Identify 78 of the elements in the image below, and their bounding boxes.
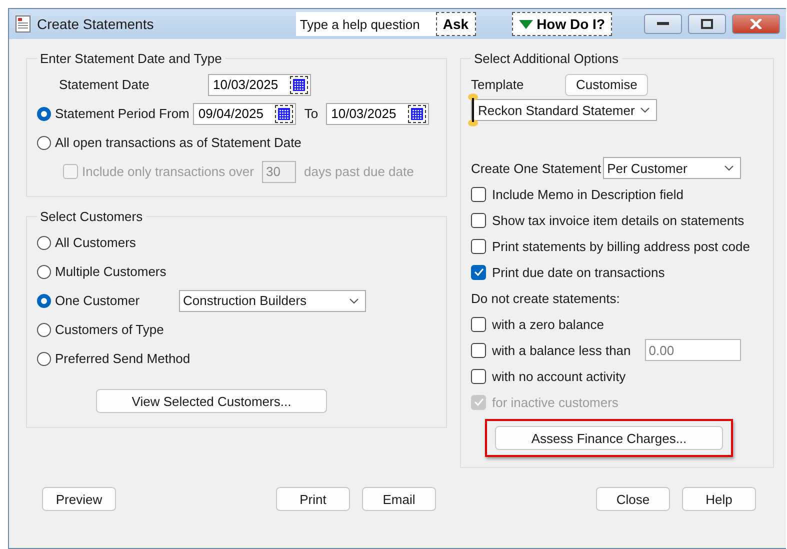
date-field[interactable]: 09/04/2025 [193, 102, 296, 124]
window-title: Create Statements [37, 16, 155, 32]
document-icon [15, 15, 31, 33]
footer-button[interactable]: Close [596, 487, 670, 511]
checkbox[interactable] [471, 264, 486, 280]
create-one-label: Create One Statement [471, 160, 602, 176]
to-label: To [304, 106, 318, 121]
customer-dropdown[interactable]: Construction Builders [179, 290, 366, 312]
radio-button[interactable] [37, 294, 51, 308]
statement-date-label: Statement Date [58, 77, 150, 92]
radio-button[interactable] [37, 106, 51, 120]
date-input[interactable]: 10/03/2025 [331, 106, 406, 121]
close-button[interactable] [732, 14, 780, 34]
minimize-icon [657, 22, 669, 26]
template-dropdown[interactable]: Reckon Standard Statemer [471, 99, 657, 121]
date-input[interactable]: 10/03/2025 [213, 77, 287, 92]
checkbox-label: with a zero balance [492, 316, 604, 332]
group-title: Select Customers [39, 209, 144, 224]
help-search-field[interactable]: Type a help question [296, 12, 436, 36]
chevron-down-icon [640, 107, 650, 113]
radio-label: All Customers [55, 235, 136, 250]
footer-button[interactable]: Preview [42, 487, 116, 511]
calendar-icon[interactable] [408, 104, 426, 122]
chevron-down-icon [724, 165, 734, 171]
radio-label: Multiple Customers [55, 264, 166, 279]
radio-button[interactable] [37, 264, 51, 278]
statement-grouping-dropdown[interactable]: Per Customer [603, 157, 742, 179]
footer-button[interactable]: Help [682, 487, 756, 511]
checkbox[interactable] [471, 212, 486, 228]
checkbox[interactable] [471, 342, 486, 358]
radio-button[interactable] [37, 136, 51, 150]
radio-label: Preferred Send Method [55, 351, 190, 366]
checkbox[interactable] [471, 368, 486, 384]
days-suffix: days past due date [304, 164, 414, 179]
triangle-down-icon [518, 20, 533, 28]
balance-field[interactable]: 0.00 [644, 339, 741, 361]
radio-label: All open transactions as of Statement Date [55, 135, 302, 150]
close-icon [750, 19, 762, 29]
radio-button[interactable] [37, 352, 51, 366]
checkmark-icon [474, 398, 484, 406]
checkbox-label: for inactive customers [492, 394, 618, 410]
checkbox-label: with a balance less than [492, 342, 631, 358]
how-do-i-button[interactable]: How Do I? [512, 12, 612, 36]
checkmark-icon [474, 268, 484, 276]
maximize-button[interactable] [688, 14, 726, 34]
checkbox-label: Show tax invoice item details on statements [492, 212, 744, 228]
checkbox[interactable] [471, 186, 486, 202]
template-label: Template [471, 77, 525, 92]
footer-button[interactable]: Email [362, 487, 436, 511]
assess-finance-charges-button[interactable]: Assess Finance Charges... [495, 426, 723, 450]
date-input[interactable]: 09/04/2025 [198, 106, 272, 121]
checkbox[interactable] [471, 238, 486, 254]
radio-label: Customers of Type [55, 322, 164, 337]
checkbox[interactable] [471, 316, 486, 332]
date-field[interactable]: 10/03/2025 [208, 74, 311, 96]
radio-label: Statement Period From [55, 106, 190, 121]
ask-button[interactable]: Ask [436, 12, 476, 36]
checkbox-label: Include Memo in Description field [492, 186, 684, 202]
radio-button[interactable] [37, 322, 51, 336]
calendar-icon[interactable] [290, 76, 308, 94]
section-label: Do not create statements: [471, 290, 620, 306]
footer-button[interactable]: Print [276, 487, 350, 511]
maximize-icon [701, 19, 713, 29]
checkbox-label: Include only transactions over [82, 164, 254, 179]
checkbox-label: Print due date on transactions [492, 264, 665, 280]
view-customers-button[interactable]: View Selected Customers... [96, 389, 327, 413]
minimize-button[interactable] [644, 14, 682, 34]
chevron-down-icon [349, 298, 359, 304]
customise-button[interactable]: Customise [565, 74, 648, 96]
calendar-icon[interactable] [275, 104, 294, 122]
checkbox-label: Print statements by billing address post code [492, 238, 750, 254]
radio-label: One Customer [55, 293, 141, 308]
date-field[interactable]: 10/03/2025 [326, 102, 430, 124]
group-title: Enter Statement Date and Type [39, 51, 223, 66]
group-title: Select Additional Options [473, 51, 620, 66]
checkbox-label: with no account activity [492, 368, 626, 384]
text-cursor-icon [467, 93, 479, 127]
radio-button[interactable] [37, 236, 51, 250]
